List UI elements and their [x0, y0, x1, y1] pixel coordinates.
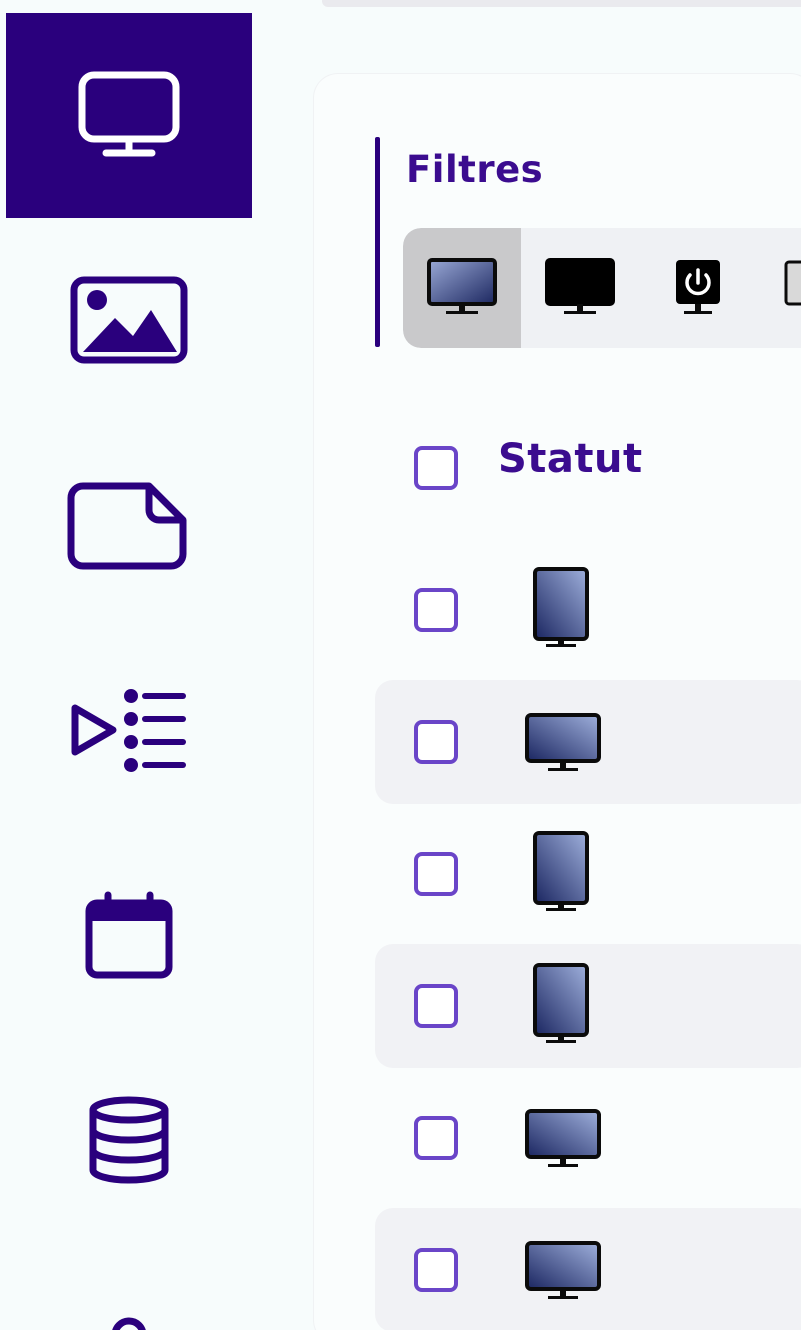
sidebar-item-files[interactable]	[6, 423, 252, 628]
row-checkbox[interactable]	[414, 984, 458, 1028]
monitor-off-icon	[545, 258, 615, 314]
row-checkbox[interactable]	[414, 720, 458, 764]
calendar-icon	[85, 891, 173, 978]
portrait-screen-icon	[533, 831, 589, 911]
sidebar-item-calendar[interactable]	[6, 833, 252, 1038]
select-all-checkbox[interactable]	[414, 446, 458, 490]
filter-unknown-button[interactable]	[757, 228, 801, 348]
row-checkbox[interactable]	[414, 1116, 458, 1160]
screen-orientation-icon	[532, 830, 592, 920]
filter-accent-bar	[375, 137, 380, 347]
row-checkbox[interactable]	[414, 852, 458, 896]
file-icon	[67, 482, 187, 569]
monitor-unknown-icon	[784, 260, 801, 306]
playlist-icon	[71, 688, 186, 772]
screen-orientation-icon	[524, 1108, 604, 1176]
monitor-status-all-icon	[427, 258, 497, 314]
row-checkbox[interactable]	[414, 588, 458, 632]
database-icon	[89, 1096, 169, 1183]
landscape-screen-icon	[525, 713, 601, 771]
screen-orientation-icon	[532, 962, 592, 1052]
landscape-screen-icon	[525, 1109, 601, 1167]
sidebar-item-screens[interactable]	[6, 13, 252, 218]
users-icon	[112, 1317, 146, 1330]
sidebar-item-users[interactable]	[6, 1243, 252, 1330]
top-header-edge	[322, 0, 801, 7]
portrait-screen-icon	[533, 567, 589, 647]
filter-off-button[interactable]	[521, 228, 639, 348]
filter-standby-button[interactable]	[639, 228, 757, 348]
monitor-icon	[78, 71, 180, 156]
landscape-screen-icon	[525, 1241, 601, 1299]
portrait-screen-icon	[533, 963, 589, 1043]
image-icon	[70, 276, 188, 363]
filter-button-group	[403, 228, 801, 348]
screen-orientation-icon	[532, 566, 592, 656]
screen-orientation-icon	[524, 1240, 604, 1308]
row-checkbox[interactable]	[414, 1248, 458, 1292]
sidebar-item-database[interactable]	[6, 1038, 252, 1243]
monitor-power-icon	[676, 260, 720, 314]
sidebar-item-media[interactable]	[6, 218, 252, 423]
screen-orientation-icon	[524, 712, 604, 780]
filters-title: Filtres	[406, 148, 544, 191]
status-column-header: Statut	[498, 436, 643, 482]
filter-all-button[interactable]	[403, 228, 521, 348]
sidebar-nav	[0, 0, 253, 1330]
sidebar-item-playlists[interactable]	[6, 628, 252, 833]
